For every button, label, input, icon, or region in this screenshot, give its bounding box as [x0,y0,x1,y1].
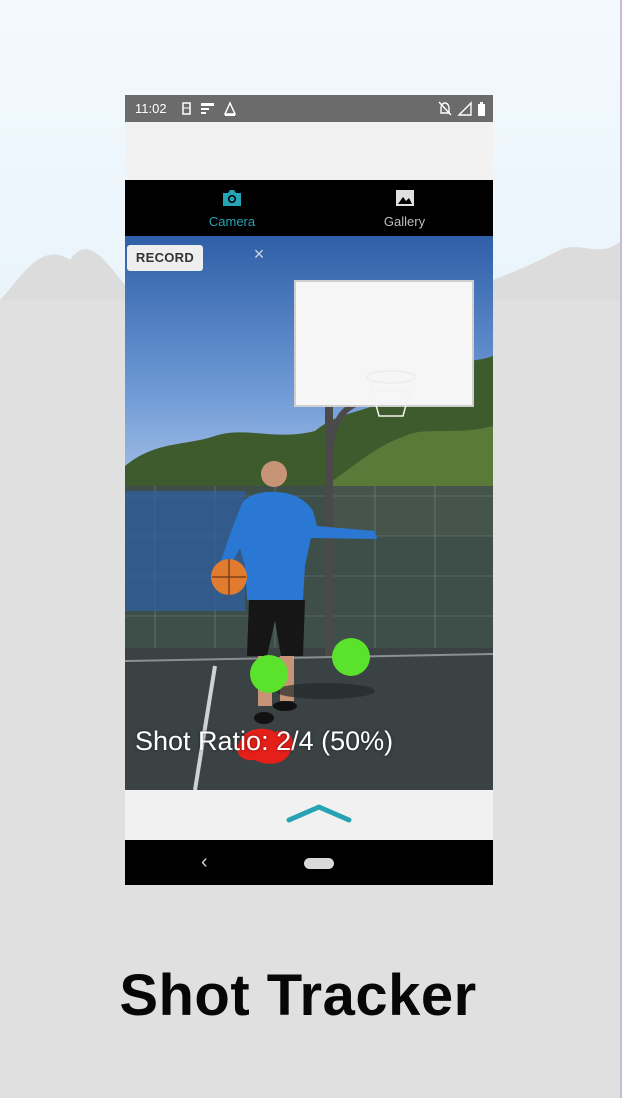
chevron-up-icon [286,804,352,823]
data-saver-icon [201,103,214,114]
app-bar [125,122,493,180]
tab-bar: Camera Gallery [125,180,493,236]
status-bar: 11:02 [125,95,493,122]
image-icon [395,190,414,206]
back-button[interactable]: ‹ [201,851,208,874]
camera-scene [125,236,493,790]
made-shot-marker [332,638,370,676]
tab-gallery-label: Gallery [383,214,426,229]
status-time: 11:02 [135,101,167,116]
tab-camera[interactable]: Camera [147,180,317,236]
status-left-icons [182,101,237,116]
shot-ratio-text: Shot Ratio: 2/4 (50%) [135,726,394,756]
record-button[interactable]: RECORD [127,245,203,271]
close-icon[interactable]: × [249,244,269,268]
camera-preview[interactable]: RECORD × Shot Ratio: 2/4 (50%) [125,236,493,790]
tab-camera-label: Camera [208,214,256,229]
bottom-sheet-handle[interactable] [125,790,493,840]
camera-icon [223,190,241,206]
battery-icon [478,102,485,116]
made-shot-marker [250,655,288,693]
phone-screen: 11:02 Camera Gallery RECORD × Shot Ratio… [125,95,493,885]
navigation-bar: ‹ [125,840,493,885]
status-right-icons [438,101,485,116]
tab-gallery[interactable]: Gallery [322,180,487,236]
alert-icon [223,101,237,116]
storage-icon [182,102,191,115]
signal-icon [457,101,472,116]
app-title: Shot Tracker [119,963,477,1028]
home-button[interactable] [304,858,334,869]
notifications-off-icon [438,101,452,116]
